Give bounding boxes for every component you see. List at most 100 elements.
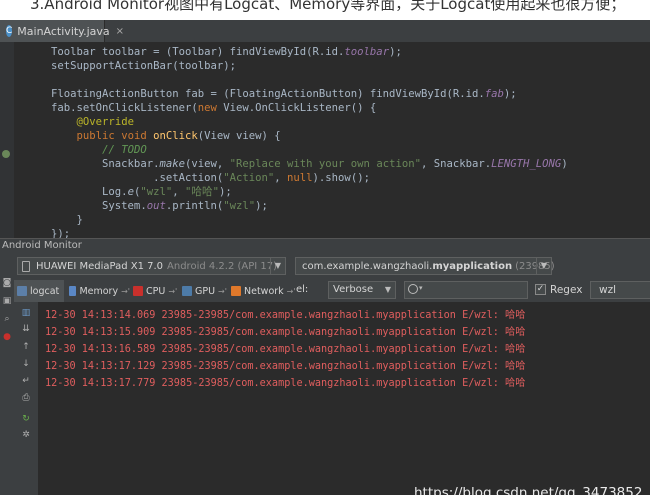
arrow-icon: →' — [218, 286, 227, 296]
code-token: Snackbar. — [0, 158, 160, 170]
filter-value: wzl — [599, 284, 617, 296]
code-line: fab.setOnClickListener(new View.OnClickL… — [0, 101, 376, 115]
log-level-label: el: — [296, 284, 309, 295]
arrow-icon: →' — [121, 286, 130, 296]
device-version: Android 4.2.2 (API 17) — [167, 260, 278, 272]
tab-network-label: Network — [244, 285, 284, 297]
layout-inspector-icon[interactable]: ⌕ — [2, 314, 12, 324]
process-selector[interactable]: com.example.wangzhaoli.myapplication (23… — [295, 257, 555, 275]
code-line: public void onClick(View view) { — [0, 129, 281, 143]
monitor-title: Android Monitor — [2, 240, 82, 251]
code-token: } — [0, 214, 83, 226]
code-line: // TODO — [0, 143, 147, 157]
terminate-icon[interactable]: ● — [2, 332, 12, 342]
code-line: setSupportActionBar(toolbar); — [0, 59, 236, 73]
code-token: setSupportActionBar(toolbar); — [0, 60, 236, 72]
tab-label: MainActivity.java — [17, 24, 110, 38]
monitor-tabs: logcat Memory →' CPU →' GPU →' Network →… — [14, 280, 650, 302]
code-token: make — [159, 158, 185, 170]
search-input[interactable]: ▾ — [404, 281, 528, 299]
code-token: "wzl" — [223, 200, 256, 212]
code-editor[interactable]: Toolbar toolbar = (Toolbar) findViewById… — [0, 42, 650, 240]
memory-icon — [69, 286, 77, 296]
code-token: public void — [76, 130, 154, 142]
filter-field[interactable]: wzl — [590, 281, 650, 299]
regex-checkbox[interactable]: ✓ — [535, 284, 546, 295]
code-token: .println( — [165, 200, 224, 212]
editor-tab-bar: C MainActivity.java × — [0, 20, 650, 43]
chevron-down-icon: ▼ — [536, 258, 551, 274]
code-token: , — [172, 186, 185, 198]
tab-cpu[interactable]: CPU →' — [130, 280, 178, 302]
article-caption: 3.Android Monitor视图中有Logcat、Memory等界面，关于… — [0, 0, 669, 22]
arrow-icon: →' — [286, 286, 296, 296]
code-line: Snackbar.make(view, "Replace with your o… — [0, 157, 568, 171]
log-level-value: Verbose — [333, 284, 374, 295]
close-icon[interactable]: × — [116, 26, 124, 37]
device-selector[interactable]: HUAWEI MediaPad X1 7.0 Android 4.2.2 (AP… — [17, 257, 286, 275]
tab-gpu-label: GPU — [195, 285, 216, 297]
tab-logcat[interactable]: logcat — [14, 280, 64, 302]
code-token: Toolbar toolbar = (Toolbar) findViewById… — [0, 46, 345, 58]
regex-label: Regex — [550, 284, 583, 296]
code-line: @Override — [0, 115, 134, 129]
gear-icon[interactable]: ✲ — [21, 430, 31, 440]
log-line[interactable]: 12-30 14:13:17.129 23985-23985/com.examp… — [45, 358, 525, 375]
log-line[interactable]: 12-30 14:13:15.909 23985-23985/com.examp… — [45, 324, 525, 341]
arrow-up-icon[interactable]: ↑ — [21, 342, 31, 352]
log-line[interactable]: 12-30 14:13:16.589 23985-23985/com.examp… — [45, 341, 525, 358]
chevron-down-icon: ▾ — [419, 284, 423, 292]
code-token: "Action" — [223, 172, 275, 184]
logcat-icon — [17, 286, 27, 296]
ide-window: C MainActivity.java × Toolbar toolbar = … — [0, 20, 650, 495]
device-row: HUAWEI MediaPad X1 7.0 Android 4.2.2 (AP… — [0, 254, 650, 278]
code-token: ); — [218, 186, 232, 198]
chevron-down-icon: ▼ — [270, 258, 285, 274]
logcat-output[interactable]: 12-30 14:13:14.069 23985-23985/com.examp… — [38, 302, 650, 495]
tab-cpu-label: CPU — [146, 285, 166, 297]
restart-icon[interactable]: ↻ — [21, 414, 31, 424]
code-token: "wzl" — [140, 186, 173, 198]
tab-network[interactable]: Network →' — [228, 280, 298, 302]
arrow-down-icon[interactable]: ↓ — [21, 359, 31, 369]
arrow-icon: →' — [168, 286, 178, 296]
logcat-toolbar: ▥ ⇊ ↑ ↓ ↵ ⎙ ↻ ✲ — [14, 302, 38, 495]
code-line: } — [0, 213, 83, 227]
code-token: fab — [484, 88, 504, 100]
camera-icon[interactable]: ◙ — [2, 278, 12, 288]
android-monitor-panel: ◙ ▣ ⌕ ● HUAWEI MediaPad X1 7.0 Android 4… — [0, 254, 650, 495]
tab-gpu[interactable]: GPU →' — [179, 280, 229, 302]
code-token: View.OnClickListener() { — [223, 102, 377, 114]
code-token: ) — [561, 158, 568, 170]
tab-mainactivity[interactable]: C MainActivity.java × — [0, 20, 124, 42]
code-token: new — [197, 102, 224, 114]
chevron-down-icon: ▼ — [384, 285, 392, 294]
code-token: LENGTH_LONG — [491, 158, 562, 170]
code-line: Toolbar toolbar = (Toolbar) findViewById… — [0, 45, 402, 59]
code-line: FloatingActionButton fab = (FloatingActi… — [0, 87, 517, 101]
caption-text: 3.Android Monitor视图中有Logcat、Memory等界面，关于… — [30, 0, 626, 13]
tab-memory[interactable]: Memory →' — [66, 280, 130, 302]
phone-icon — [22, 260, 30, 272]
print-icon[interactable]: ⎙ — [21, 393, 31, 403]
monitor-side-toolbar: ◙ ▣ ⌕ ● — [0, 276, 14, 495]
trash-icon[interactable]: ▥ — [21, 308, 31, 318]
soft-wrap-icon[interactable]: ↵ — [21, 376, 31, 386]
watermark: https://blog.csdn.net/qq_3473852 — [414, 485, 643, 495]
code-token: , Snackbar. — [420, 158, 492, 170]
log-line[interactable]: 12-30 14:13:14.069 23985-23985/com.examp… — [45, 307, 525, 324]
record-icon[interactable]: ▣ — [2, 296, 12, 306]
code-token: ).show(); — [312, 172, 370, 184]
code-token: ); — [503, 88, 517, 100]
code-token: // TODO — [102, 144, 147, 156]
search-icon — [408, 284, 418, 294]
code-token: out — [146, 200, 166, 212]
scroll-end-icon[interactable]: ⇊ — [21, 324, 31, 334]
log-line[interactable]: 12-30 14:13:17.779 23985-23985/com.examp… — [45, 375, 525, 392]
log-level-select[interactable]: Verbose ▼ — [328, 281, 396, 299]
code-token: (View view) { — [197, 130, 281, 142]
cpu-icon — [133, 286, 143, 296]
